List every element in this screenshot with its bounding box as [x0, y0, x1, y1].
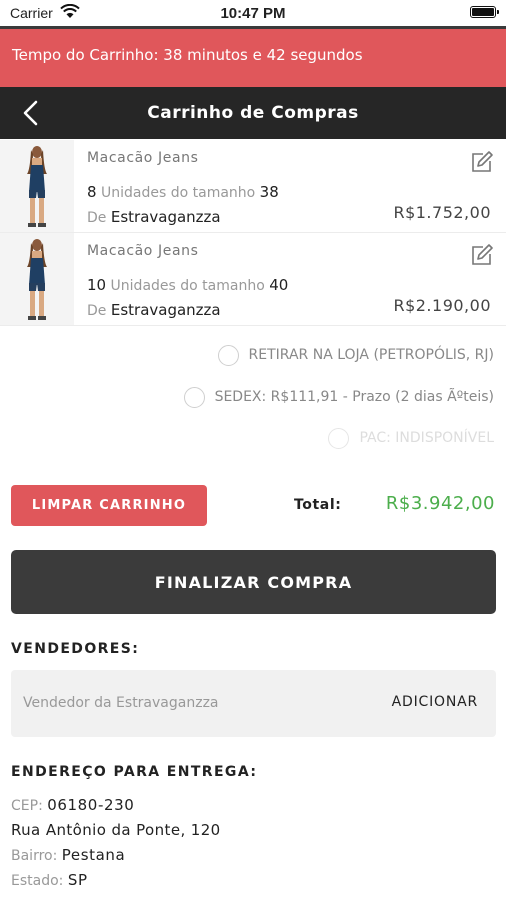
total-value: R$3.942,00: [385, 493, 495, 514]
finalize-purchase-button[interactable]: FINALIZAR COMPRA: [11, 550, 496, 614]
sellers-title: VENDEDORES:: [11, 641, 140, 657]
cart-timer-banner: Tempo do Carrinho: 38 minutos e 42 segun…: [0, 26, 506, 87]
edit-icon[interactable]: [470, 243, 494, 267]
shipping-option-pac: PAC: INDISPONÍVEL: [328, 423, 494, 453]
delivery-address-title: ENDEREÇO PARA ENTREGA:: [11, 764, 258, 780]
seller-field-container: ADICIONAR: [11, 670, 496, 737]
product-name: Macacão Jeans: [87, 243, 199, 259]
seller-input[interactable]: [23, 695, 323, 711]
cart-item[interactable]: Macacão Jeans 10 Unidades do tamanho 40 …: [0, 233, 506, 326]
nav-bar: Carrinho de Compras: [0, 87, 506, 139]
status-bar: Carrier 10:47 PM: [0, 0, 506, 26]
radio-button: [328, 427, 350, 449]
product-name: Macacão Jeans: [87, 150, 199, 166]
product-image: [0, 233, 74, 325]
radio-button[interactable]: [183, 386, 205, 408]
address-street: Rua Antônio da Ponte, 120: [11, 821, 221, 839]
product-quantity-line: 10 Unidades do tamanho 40: [87, 276, 289, 294]
product-seller-line: De Estravaganzza: [87, 208, 221, 226]
page-title: Carrinho de Compras: [147, 103, 359, 123]
cart-item[interactable]: Macacão Jeans 8 Unidades do tamanho 38 D…: [0, 140, 506, 233]
product-price: R$2.190,00: [393, 296, 491, 315]
product-quantity-line: 8 Unidades do tamanho 38: [87, 183, 279, 201]
product-seller-line: De Estravaganzza: [87, 301, 221, 319]
clock: 10:47 PM: [220, 5, 286, 22]
clear-cart-button[interactable]: LIMPAR CARRINHO: [11, 485, 207, 526]
shipping-option-label: PAC: INDISPONÍVEL: [359, 430, 494, 446]
shipping-option-label: SEDEX: R$111,91 - Prazo (2 dias Ãºteis): [214, 389, 494, 405]
battery-icon: [470, 6, 499, 18]
radio-button[interactable]: [217, 344, 239, 366]
product-image: [0, 140, 74, 232]
shipping-option-sedex[interactable]: SEDEX: R$111,91 - Prazo (2 dias Ãºteis): [183, 382, 494, 412]
edit-icon[interactable]: [470, 150, 494, 174]
shipping-option-label: RETIRAR NA LOJA (PETROPÓLIS, RJ): [248, 347, 494, 363]
address-cep: CEP: 06180-230: [11, 796, 135, 814]
address-bairro: Bairro: Pestana: [11, 846, 126, 864]
total-label: Total:: [294, 497, 342, 513]
cart-timer-text: Tempo do Carrinho: 38 minutos e 42 segun…: [12, 46, 363, 64]
address-estado: Estado: SP: [11, 871, 88, 889]
product-price: R$1.752,00: [393, 203, 491, 222]
shipping-option-pickup[interactable]: RETIRAR NA LOJA (PETROPÓLIS, RJ): [217, 340, 494, 370]
add-seller-button[interactable]: ADICIONAR: [392, 694, 478, 710]
